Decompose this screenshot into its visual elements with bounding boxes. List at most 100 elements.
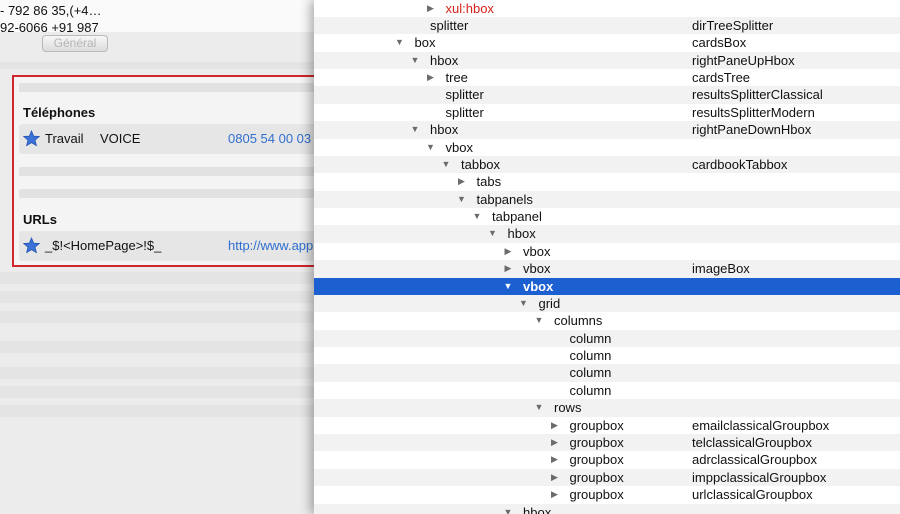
url-label: _$!<HomePage>!$_ (45, 238, 162, 253)
phone-number-link[interactable]: 0805 54 00 03 (228, 131, 311, 146)
tree-row[interactable]: ▼ tabbox cardbookTabbox (314, 155, 900, 174)
node-id: dirTreeSplitter (692, 17, 774, 33)
expanded-twisty-icon[interactable]: ▼ (502, 504, 514, 514)
tree-row[interactable]: splitter resultsSplitterClassical (314, 86, 900, 104)
expanded-twisty-icon[interactable]: ▼ (487, 225, 499, 242)
expanded-twisty-icon[interactable]: ▼ (409, 121, 421, 138)
node-tag: grid (538, 295, 561, 311)
tree-row[interactable]: column (314, 364, 900, 382)
empty-row (0, 272, 316, 284)
expanded-twisty-icon[interactable]: ▼ (471, 208, 483, 225)
collapsed-twisty-icon[interactable]: ▶ (549, 451, 561, 468)
tree-row[interactable]: ▼ hbox rightPaneUpHbox (314, 51, 900, 70)
phone-list-line-1: - 792 86 35,(+4… (0, 3, 102, 18)
collapsed-twisty-icon[interactable]: ▶ (549, 434, 561, 451)
empty-row (0, 367, 316, 379)
tree-row[interactable]: ▼ hbox (314, 225, 900, 243)
expanded-twisty-icon[interactable]: ▼ (502, 278, 514, 295)
url-row[interactable]: _$!<HomePage>!$_ http://www.app (19, 231, 316, 261)
tree-row[interactable]: ▼ vbox (314, 139, 900, 156)
collapsed-twisty-icon[interactable]: ▶ (425, 69, 437, 86)
tree-row[interactable]: ▶ groupbox adrclassicalGroupbox (314, 451, 900, 468)
empty-row (19, 83, 316, 92)
collapsed-twisty-icon[interactable]: ▶ (502, 243, 514, 260)
node-id: rightPaneDownHbox (692, 122, 812, 138)
collapsed-twisty-icon[interactable]: ▶ (456, 173, 468, 190)
node-tag: column (569, 382, 612, 398)
expanded-twisty-icon[interactable]: ▼ (456, 191, 468, 208)
node-id: imageBox (692, 261, 750, 277)
tree-row[interactable]: ▼ rows (314, 399, 900, 417)
tree-row[interactable]: splitter dirTreeSplitter (314, 16, 900, 35)
expanded-twisty-icon[interactable]: ▼ (425, 139, 437, 156)
node-tag: hbox (523, 504, 552, 514)
node-tag: groupbox (569, 417, 624, 433)
tree-row[interactable]: ▶ vbox imageBox (314, 260, 900, 278)
empty-row (19, 189, 316, 198)
expanded-twisty-icon[interactable]: ▼ (409, 52, 421, 69)
tree-row[interactable]: ▶ vbox (314, 243, 900, 260)
node-tag: vbox (523, 261, 551, 277)
tree-row[interactable]: splitter resultsSplitterModern (314, 104, 900, 121)
empty-row (0, 341, 316, 353)
tree-row-selected[interactable]: ▼ vbox (314, 277, 900, 295)
tree-row[interactable]: ▼ columns (314, 312, 900, 329)
star-icon (23, 130, 40, 147)
tree-row[interactable]: ▼ hbox rightPaneDownHbox (314, 121, 900, 139)
node-tag: splitter (445, 87, 484, 103)
node-tag: groupbox (569, 469, 624, 485)
empty-row (19, 167, 316, 176)
tree-row[interactable]: column (314, 329, 900, 348)
node-id: cardsTree (692, 70, 751, 86)
node-tag: column (569, 348, 612, 364)
expanded-twisty-icon[interactable]: ▼ (533, 312, 545, 329)
node-id: rightPaneUpHbox (692, 52, 795, 68)
empty-row (0, 311, 316, 323)
node-tag: xul:hbox (445, 0, 494, 16)
urls-section-title: URLs (23, 212, 57, 227)
expanded-twisty-icon[interactable]: ▼ (518, 295, 530, 312)
tree-row[interactable]: column (314, 382, 900, 399)
node-tag: rows (554, 400, 582, 416)
tree-row[interactable]: ▼ tabpanel (314, 208, 900, 225)
node-id: imppclassicalGroupbox (692, 469, 827, 485)
collapsed-twisty-icon[interactable]: ▶ (425, 0, 437, 17)
phone-row[interactable]: Travail VOICE 0805 54 00 03 (19, 124, 316, 154)
divider (0, 62, 316, 69)
tree-row[interactable]: ▼ tabpanels (314, 190, 900, 209)
tree-row[interactable]: ▶ groupbox emailclassicalGroupbox (314, 417, 900, 434)
collapsed-twisty-icon[interactable]: ▶ (549, 469, 561, 486)
node-tag: column (569, 330, 612, 346)
node-tag: hbox (430, 52, 459, 68)
node-tag: vbox (523, 243, 551, 259)
collapsed-twisty-icon[interactable]: ▶ (549, 486, 561, 503)
tree-row[interactable]: ▶ tabs (314, 173, 900, 190)
tree-row[interactable]: ▼ box cardsBox (314, 34, 900, 51)
tree-row[interactable]: ▶ groupbox urlclassicalGroupbox (314, 486, 900, 503)
node-id: adrclassicalGroupbox (692, 452, 818, 468)
tree-row[interactable]: ▶ tree cardsTree (314, 69, 900, 86)
expanded-twisty-icon[interactable]: ▼ (533, 399, 545, 416)
empty-row (0, 291, 316, 303)
tree-row[interactable]: ▶ xul:hbox (314, 0, 900, 17)
tree-row[interactable]: ▼ hbox (314, 503, 900, 514)
phone-subtype: VOICE (100, 131, 141, 146)
node-tag: tabpanels (476, 191, 533, 207)
node-tag: box (414, 35, 436, 51)
empty-row (0, 405, 316, 417)
collapsed-twisty-icon[interactable]: ▶ (549, 417, 561, 434)
expanded-twisty-icon[interactable]: ▼ (394, 34, 406, 51)
collapsed-twisty-icon[interactable]: ▶ (502, 260, 514, 277)
url-link[interactable]: http://www.app (228, 238, 313, 253)
dom-inspector-tree[interactable]: ▶ xul:hbox splitter dirTreeSplitter ▼ box card… (314, 0, 900, 514)
tree-row[interactable]: ▶ groupbox telclassicalGroupbox (314, 434, 900, 452)
tree-row[interactable]: column (314, 347, 900, 364)
tree-row[interactable]: ▶ groupbox imppclassicalGroupbox (314, 468, 900, 487)
expanded-twisty-icon[interactable]: ▼ (440, 156, 452, 173)
tab-general[interactable]: Général (42, 35, 108, 52)
node-id: resultsSplitterModern (692, 104, 815, 120)
node-id: resultsSplitterClassical (692, 87, 823, 103)
phones-section-title: Téléphones (23, 105, 96, 120)
node-tag: hbox (430, 122, 459, 138)
tree-row[interactable]: ▼ grid (314, 294, 900, 313)
